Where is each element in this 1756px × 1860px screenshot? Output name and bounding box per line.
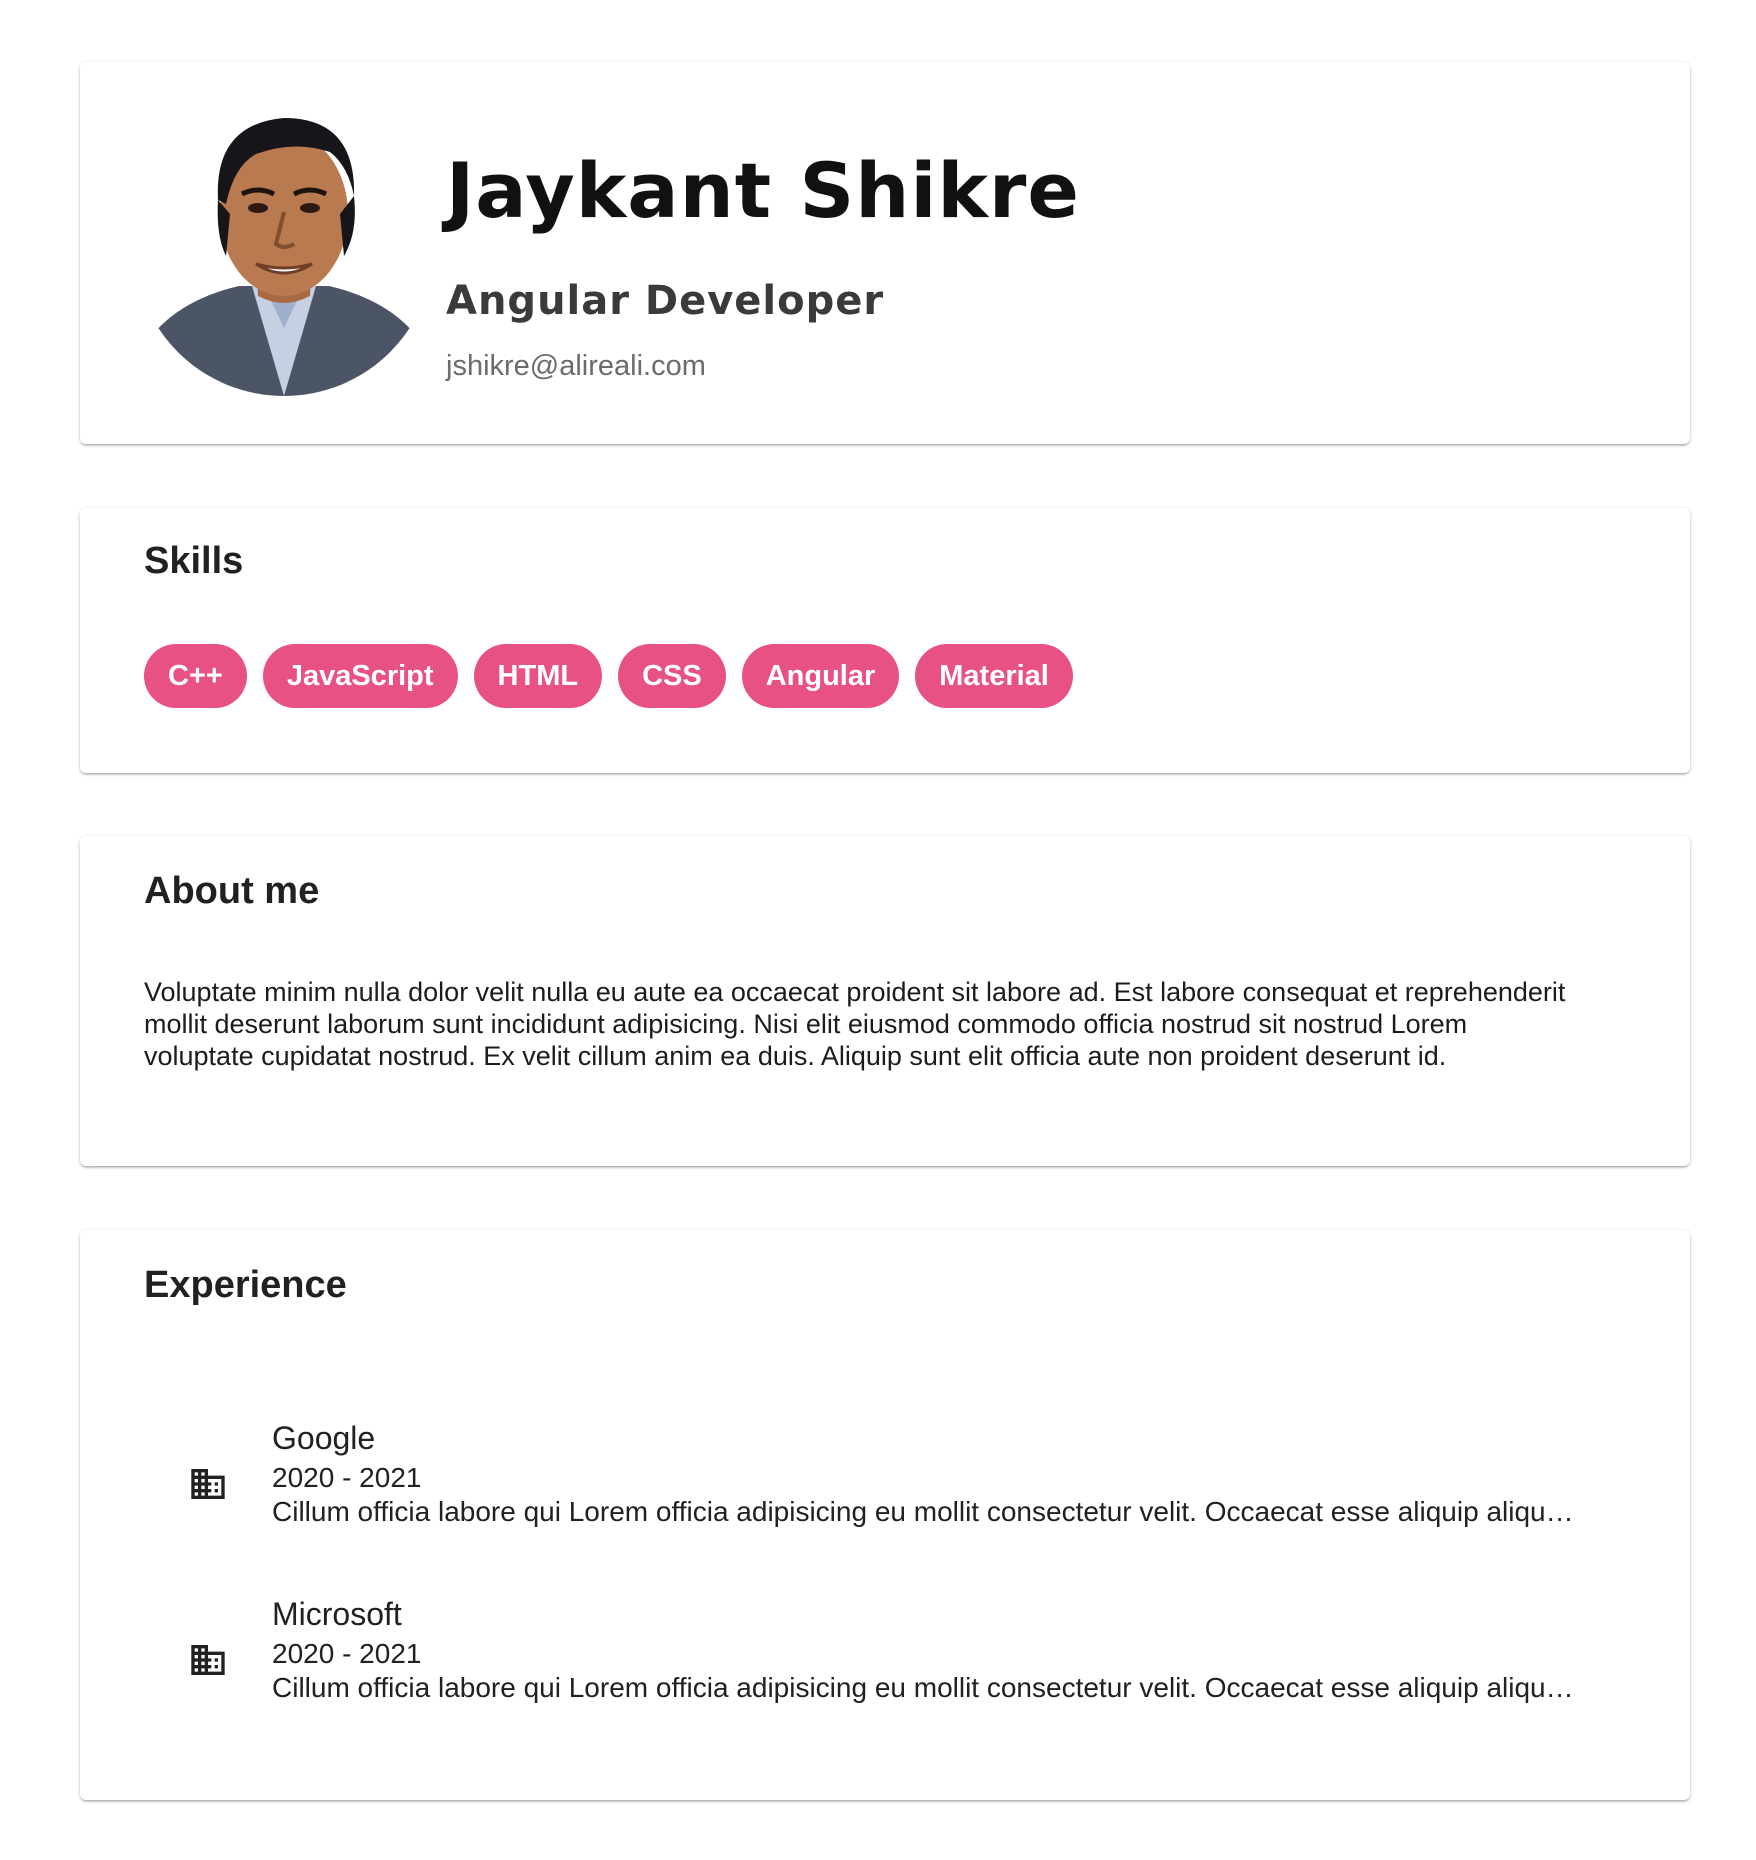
skill-chip[interactable]: CSS	[618, 644, 726, 708]
experience-years: 2020 - 2021	[272, 1462, 422, 1493]
avatar-photo	[134, 96, 434, 396]
experience-description: Cillum officia labore qui Lorem officia …	[272, 1496, 1582, 1527]
about-title: About me	[144, 870, 320, 912]
experience-years: 2020 - 2021	[272, 1638, 422, 1669]
skill-chip[interactable]: JavaScript	[262, 644, 458, 708]
experience-item: Google 2020 - 2021 Cillum officia labore…	[120, 1420, 1660, 1540]
skill-chip[interactable]: C++	[144, 644, 247, 708]
about-card: About me Voluptate minim nulla dolor vel…	[80, 836, 1690, 1166]
experience-title: Experience	[144, 1264, 347, 1306]
experience-company: Google	[272, 1420, 376, 1456]
avatar	[134, 96, 434, 396]
experience-item: Microsoft 2020 - 2021 Cillum officia lab…	[120, 1596, 1660, 1716]
profile-name: Jaykant Shikre	[446, 146, 1080, 235]
resume-page: Jaykant Shikre Angular Developer jshikre…	[0, 0, 1756, 1860]
experience-card: Experience Google 2020 - 2021 Cillum off…	[80, 1230, 1690, 1800]
skill-chip[interactable]: Material	[915, 644, 1073, 708]
skills-card: Skills C++ JavaScript HTML CSS Angular M…	[80, 508, 1690, 773]
skill-chip[interactable]: HTML	[473, 644, 603, 708]
about-text: Voluptate minim nulla dolor velit nulla …	[144, 977, 1566, 1071]
profile-email: jshikre@alireali.com	[446, 350, 706, 382]
skills-chip-list: C++ JavaScript HTML CSS Angular Material	[144, 644, 1073, 708]
experience-company: Microsoft	[272, 1596, 402, 1632]
skills-title: Skills	[144, 540, 244, 582]
experience-description: Cillum officia labore qui Lorem officia …	[272, 1672, 1582, 1703]
business-icon	[191, 1469, 225, 1499]
business-icon	[191, 1645, 225, 1675]
skill-chip[interactable]: Angular	[741, 644, 900, 708]
profile-role: Angular Developer	[446, 278, 885, 324]
profile-card: Jaykant Shikre Angular Developer jshikre…	[80, 62, 1690, 444]
